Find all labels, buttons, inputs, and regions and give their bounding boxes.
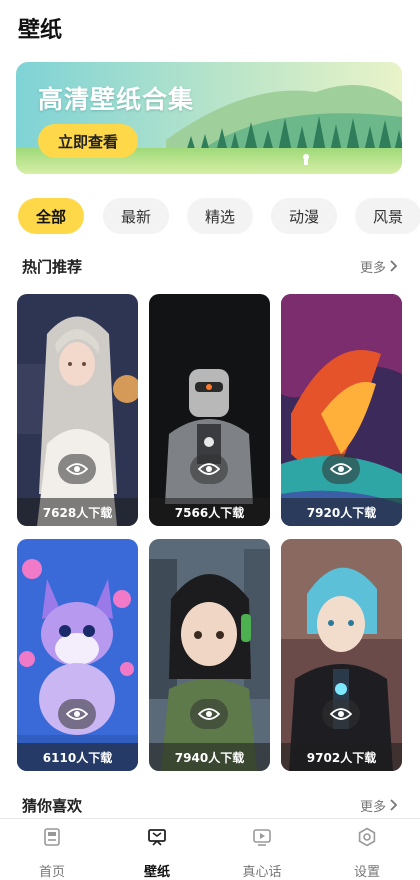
eye-icon <box>66 463 88 475</box>
bottom-tab-bar: 首页 壁纸 真心话 设置 <box>0 818 420 880</box>
eye-icon <box>66 708 88 720</box>
chip-latest[interactable]: 最新 <box>103 198 169 234</box>
download-count: 7940人下载 <box>149 743 270 771</box>
preview-eye-button[interactable] <box>322 454 360 484</box>
eye-icon <box>330 708 352 720</box>
chip-all[interactable]: 全部 <box>18 198 84 234</box>
more-label: 更多 <box>359 260 386 276</box>
wallpaper-card[interactable]: 6110人下载 <box>17 539 138 771</box>
eye-icon <box>330 463 352 475</box>
wallpaper-image-blue-hair-boy <box>281 539 402 771</box>
view-now-button[interactable]: 立即查看 <box>38 124 138 158</box>
section-title-hot: 热门推荐 <box>22 257 83 276</box>
chip-anime[interactable]: 动漫 <box>271 198 337 234</box>
wallpaper-image-girl <box>17 294 138 526</box>
wallpaper-image-robot <box>149 294 270 526</box>
eye-icon <box>198 463 220 475</box>
more-label: 更多 <box>359 799 386 815</box>
download-count: 7566人下载 <box>149 498 270 526</box>
wallpaper-image-headphones-girl <box>149 539 270 771</box>
more-link-guess[interactable]: 更多 <box>360 796 398 815</box>
preview-eye-button[interactable] <box>58 699 96 729</box>
wallpaper-icon <box>148 829 166 846</box>
wallpaper-card[interactable]: 7628人下载 <box>17 294 138 526</box>
promo-banner[interactable]: 高清壁纸合集 立即查看 <box>16 62 402 174</box>
preview-eye-button[interactable] <box>190 699 228 729</box>
preview-eye-button[interactable] <box>322 699 360 729</box>
download-count: 7628人下载 <box>17 498 138 526</box>
category-chips: 全部 最新 精选 动漫 风景 <box>18 198 420 234</box>
preview-eye-button[interactable] <box>58 454 96 484</box>
more-link-hot[interactable]: 更多 <box>360 257 398 276</box>
chip-featured[interactable]: 精选 <box>187 198 253 234</box>
hot-section-header: 热门推荐 更多 <box>22 255 398 277</box>
wallpaper-card[interactable]: 7940人下载 <box>149 539 270 771</box>
video-icon <box>253 829 271 846</box>
download-count: 6110人下载 <box>17 743 138 771</box>
wallpaper-image-fox <box>17 539 138 771</box>
tab-label: 首页 <box>38 865 65 880</box>
tab-label: 壁纸 <box>143 865 170 880</box>
download-count: 9702人下载 <box>281 743 402 771</box>
preview-eye-button[interactable] <box>190 454 228 484</box>
download-count: 7920人下载 <box>281 498 402 526</box>
tab-truth[interactable]: 真心话 <box>222 827 302 880</box>
tab-wallpaper[interactable]: 壁纸 <box>117 827 197 880</box>
tab-home[interactable]: 首页 <box>12 827 92 880</box>
eye-icon <box>198 708 220 720</box>
guess-section-header: 猜你喜欢 更多 <box>22 794 398 816</box>
tab-label: 真心话 <box>242 865 282 880</box>
wallpaper-image-abstract <box>281 294 402 526</box>
page-title: 壁纸 <box>18 18 63 43</box>
chip-scenery[interactable]: 风景 <box>355 198 420 234</box>
tab-settings[interactable]: 设置 <box>327 827 407 880</box>
settings-icon <box>358 827 376 847</box>
home-icon <box>44 828 60 846</box>
wallpaper-card[interactable]: 9702人下载 <box>281 539 402 771</box>
chevron-right-icon <box>390 260 398 272</box>
banner-title: 高清壁纸合集 <box>38 85 195 114</box>
chevron-right-icon <box>390 799 398 811</box>
wallpaper-card[interactable]: 7920人下载 <box>281 294 402 526</box>
tab-label: 设置 <box>353 865 380 880</box>
section-title-guess: 猜你喜欢 <box>22 796 83 815</box>
wallpaper-card[interactable]: 7566人下载 <box>149 294 270 526</box>
